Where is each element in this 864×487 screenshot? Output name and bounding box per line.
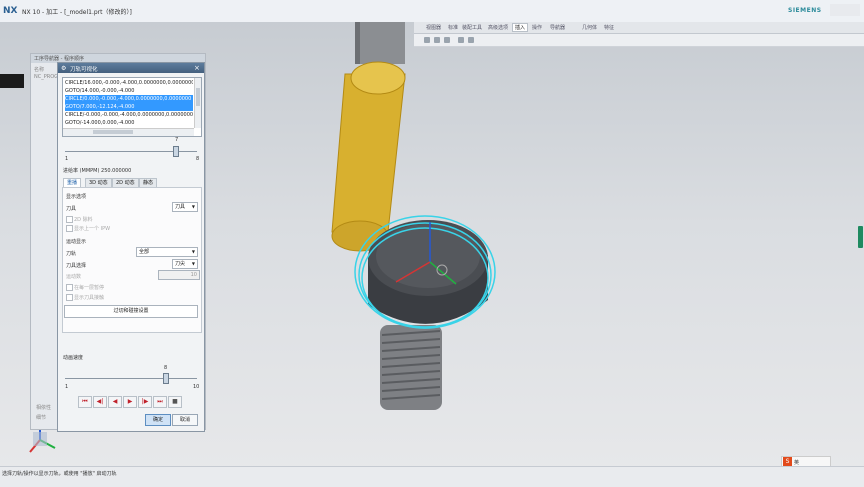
navigator-column: 名称 bbox=[34, 67, 45, 73]
close-icon[interactable]: × bbox=[194, 64, 200, 72]
ime-logo-icon: S bbox=[783, 457, 792, 466]
ribbon-tab[interactable]: 特征 bbox=[604, 24, 614, 31]
ime-lang: 英 bbox=[794, 460, 800, 466]
checkbox-tool-contact[interactable] bbox=[66, 294, 73, 301]
step-back-icon[interactable]: ◀| bbox=[93, 396, 107, 408]
ribbon-tab-active[interactable]: 插入 bbox=[512, 23, 529, 32]
tool-dropdown[interactable]: 刀具 ▼ bbox=[172, 202, 198, 212]
navigator-footer-item[interactable]: 细节 bbox=[36, 414, 46, 421]
ribbon-tab[interactable]: 装配工具 bbox=[462, 24, 482, 31]
status-message: 选择刀轨/操作以显示刀轨，或使用 "播放" 启动刀轨 bbox=[2, 471, 117, 477]
ok-button[interactable]: 确定 bbox=[145, 414, 171, 426]
tool-select-label: 刀具选择 bbox=[66, 263, 87, 269]
toolbar bbox=[414, 34, 864, 47]
nx-logo: NX bbox=[3, 6, 18, 16]
ribbon-tab[interactable]: 视图器 bbox=[426, 24, 441, 31]
list-item[interactable]: CIRCLE/16.000,-0.000,-4.000,0.0000000,0.… bbox=[65, 79, 193, 87]
list-item[interactable]: GOTO/14.000,-0.000,-4.000 bbox=[65, 87, 193, 95]
speed-slider-track[interactable] bbox=[65, 378, 197, 379]
display-options-label: 显示选项 bbox=[66, 194, 87, 200]
playback-controls: ⏮ ◀| ◀ ▶ |▶ ⏭ ■ bbox=[78, 396, 182, 408]
checkbox-2d-material-label: 2D 除料 bbox=[74, 217, 93, 223]
scrollbar-thumb[interactable] bbox=[93, 130, 133, 134]
checkbox-2d-material[interactable] bbox=[66, 216, 73, 223]
motion-count-field[interactable]: 10 bbox=[158, 270, 200, 280]
ribbon-tabs: 视图器 标准 装配工具 高级选项 插入 操作 导航器 几何体 特征 bbox=[414, 22, 864, 34]
feed-rate-label: 进给率 (MMPM) 250.000000 bbox=[63, 168, 132, 174]
status-bar: 选择刀轨/操作以显示刀轨，或使用 "播放" 启动刀轨 bbox=[0, 466, 864, 487]
ribbon-tab[interactable]: 导航器 bbox=[550, 24, 565, 31]
ribbon-tab[interactable]: 标准 bbox=[448, 24, 458, 31]
step-slider-thumb[interactable] bbox=[173, 146, 179, 157]
resource-bar-handle[interactable] bbox=[0, 74, 24, 88]
gouge-collision-settings-button[interactable]: 过切和碰撞设置 bbox=[64, 305, 198, 318]
horizontal-scrollbar[interactable] bbox=[63, 128, 194, 136]
cancel-button[interactable]: 取消 bbox=[172, 414, 198, 426]
play-icon[interactable]: ▶ bbox=[123, 396, 137, 408]
tool-holder-body bbox=[355, 22, 405, 64]
navigator-footer-item[interactable]: 相依性 bbox=[36, 404, 51, 411]
ribbon-tab[interactable]: 高级选项 bbox=[488, 24, 508, 31]
chevron-down-icon: ▼ bbox=[191, 249, 195, 254]
rewind-to-start-icon[interactable]: ⏮ bbox=[78, 396, 92, 408]
path-label: 刀轨 bbox=[66, 251, 77, 257]
ribbon-tab[interactable]: 操作 bbox=[532, 24, 542, 31]
toolpath-visualization-dialog: ⚙ 刀轨可视化 × CIRCLE/16.000,-0.000,-4.000,0.… bbox=[57, 62, 205, 432]
siemens-logo: SIEMENS bbox=[788, 7, 822, 14]
play-reverse-icon[interactable]: ◀ bbox=[108, 396, 122, 408]
slider-value: 7 bbox=[175, 137, 179, 143]
tool-label: 刀具 bbox=[66, 206, 77, 212]
checkbox-prev-ipw[interactable] bbox=[66, 225, 73, 232]
chevron-down-icon: ▼ bbox=[191, 261, 195, 266]
tool-icon[interactable] bbox=[444, 37, 450, 43]
animation-speed-label: 动画速度 bbox=[63, 355, 84, 361]
tool-dropdown-value: 刀具 bbox=[175, 204, 186, 210]
chevron-down-icon: ▼ bbox=[191, 204, 195, 209]
checkbox-pause-each-layer[interactable] bbox=[66, 284, 73, 291]
tool-select-value: 刀尖 bbox=[175, 261, 186, 267]
tool-icon[interactable] bbox=[458, 37, 464, 43]
checkbox-tool-contact-label: 显示刀具接触 bbox=[74, 295, 105, 301]
tool-icon[interactable] bbox=[424, 37, 430, 43]
stop-icon[interactable]: ■ bbox=[168, 396, 182, 408]
slider-max: 10 bbox=[193, 384, 200, 390]
path-dropdown-value: 全部 bbox=[139, 249, 150, 255]
gear-icon[interactable]: ⚙ bbox=[61, 65, 66, 72]
right-resize-handle[interactable] bbox=[858, 226, 863, 248]
window-title: NX 10 - 加工 - [_model1.prt（修改的）] bbox=[22, 9, 132, 16]
tool-icon[interactable] bbox=[468, 37, 474, 43]
list-item-selected[interactable]: CIRCLE/0.000,-0.000,-4.000,0.0000000,0.0… bbox=[65, 95, 193, 103]
motion-display-label: 运动显示 bbox=[66, 239, 87, 245]
cutting-tool bbox=[331, 61, 406, 252]
list-item-selected[interactable]: GOTO/7.000,-12.124,-4.000 bbox=[65, 103, 193, 111]
slider-max: 8 bbox=[196, 156, 200, 162]
window-controls[interactable] bbox=[830, 4, 860, 16]
title-bar: NX NX 10 - 加工 - [_model1.prt（修改的）] SIEME… bbox=[0, 0, 864, 23]
dialog-title: 刀轨可视化 bbox=[70, 67, 98, 73]
motion-count-label: 运动数 bbox=[66, 274, 82, 280]
tool-holder-shade bbox=[355, 22, 360, 64]
slider-min: 1 bbox=[65, 156, 69, 162]
toolpath-listing[interactable]: CIRCLE/16.000,-0.000,-4.000,0.0000000,0.… bbox=[62, 77, 202, 137]
scrollbar-thumb[interactable] bbox=[196, 88, 200, 106]
checkbox-prev-ipw-label: 显示上一个 IPW bbox=[74, 226, 111, 232]
step-forward-icon[interactable]: |▶ bbox=[138, 396, 152, 408]
ribbon-tab[interactable]: 几何体 bbox=[582, 24, 597, 31]
fast-forward-icon[interactable]: ⏭ bbox=[153, 396, 167, 408]
slider-min: 1 bbox=[65, 384, 69, 390]
checkbox-pause-each-layer-label: 在每一层暂停 bbox=[74, 285, 105, 291]
list-item[interactable]: CIRCLE/-0.000,-0.000,-4.000,0.0000000,0.… bbox=[65, 111, 193, 119]
list-item[interactable]: GOTO/-14.000,0.000,-4.000 bbox=[65, 119, 193, 127]
part-head bbox=[368, 220, 488, 324]
navigator-title: 工序导航器 - 程序顺序 bbox=[34, 56, 84, 62]
tool-icon[interactable] bbox=[434, 37, 440, 43]
vertical-scrollbar[interactable] bbox=[194, 78, 201, 128]
tool-select-dropdown[interactable]: 刀尖 ▼ bbox=[172, 259, 198, 269]
dialog-header: ⚙ 刀轨可视化 × bbox=[58, 63, 204, 73]
part-thread bbox=[380, 325, 442, 410]
path-dropdown[interactable]: 全部 ▼ bbox=[136, 247, 198, 257]
speed-slider-thumb[interactable] bbox=[163, 373, 169, 384]
slider-value: 8 bbox=[164, 365, 168, 371]
